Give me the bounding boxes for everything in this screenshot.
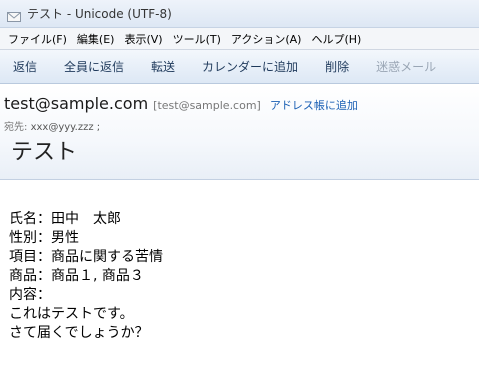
body-line: 商品：商品１, 商品３: [9, 268, 144, 284]
recipient-row: 宛先: xxx@yyy.zzz ;: [4, 118, 479, 133]
junk-button: 迷惑メール: [376, 60, 437, 74]
envelope-icon: [7, 8, 21, 22]
forward-button[interactable]: 転送: [151, 58, 175, 75]
to-value[interactable]: xxx@yyy.zzz ;: [31, 122, 101, 133]
message-body: 氏名：田中 太郎 性別：男性 項目：商品に関する苦情 商品：商品１, 商品３ 内…: [0, 180, 479, 343]
sender-row: test@sample.com [test@sample.com] アドレス帳に…: [4, 84, 479, 113]
body-line: 内容：: [9, 287, 51, 303]
menu-file[interactable]: ファイル(F): [3, 31, 72, 47]
to-label: 宛先:: [4, 122, 28, 133]
body-line: さて届くでしょうか？: [9, 325, 149, 341]
menu-actions[interactable]: アクション(A): [226, 31, 307, 47]
message-header: test@sample.com [test@sample.com] アドレス帳に…: [0, 84, 479, 180]
add-to-contacts-link[interactable]: アドレス帳に追加: [270, 97, 358, 113]
reply-button[interactable]: 返信: [13, 58, 37, 75]
menu-edit[interactable]: 編集(E): [72, 31, 120, 47]
reply-all-button[interactable]: 全員に返信: [64, 58, 124, 75]
menu-view[interactable]: 表示(V): [119, 31, 167, 47]
body-line: 氏名：田中 太郎: [9, 211, 121, 227]
menu-help[interactable]: ヘルプ(H): [306, 31, 366, 47]
title-bar: テスト - Unicode (UTF-8): [0, 0, 479, 28]
delete-button[interactable]: 削除: [325, 58, 349, 75]
toolbar: 返信 全員に返信 転送 カレンダーに追加 削除 迷惑メール: [0, 50, 479, 84]
window-title: テスト - Unicode (UTF-8): [27, 7, 172, 21]
body-line: 項目：商品に関する苦情: [9, 249, 163, 265]
menu-bar: ファイル(F) 編集(E) 表示(V) ツール(T) アクション(A) ヘルプ(…: [0, 28, 479, 50]
sender-address: [test@sample.com]: [153, 99, 261, 112]
menu-tools[interactable]: ツール(T): [168, 31, 226, 47]
sender-name[interactable]: test@sample.com: [4, 94, 148, 113]
body-line: これはテストです。: [9, 306, 134, 322]
message-subject: テスト: [11, 140, 78, 165]
add-to-calendar-button[interactable]: カレンダーに追加: [202, 58, 298, 75]
body-line: 性別：男性: [9, 230, 79, 246]
